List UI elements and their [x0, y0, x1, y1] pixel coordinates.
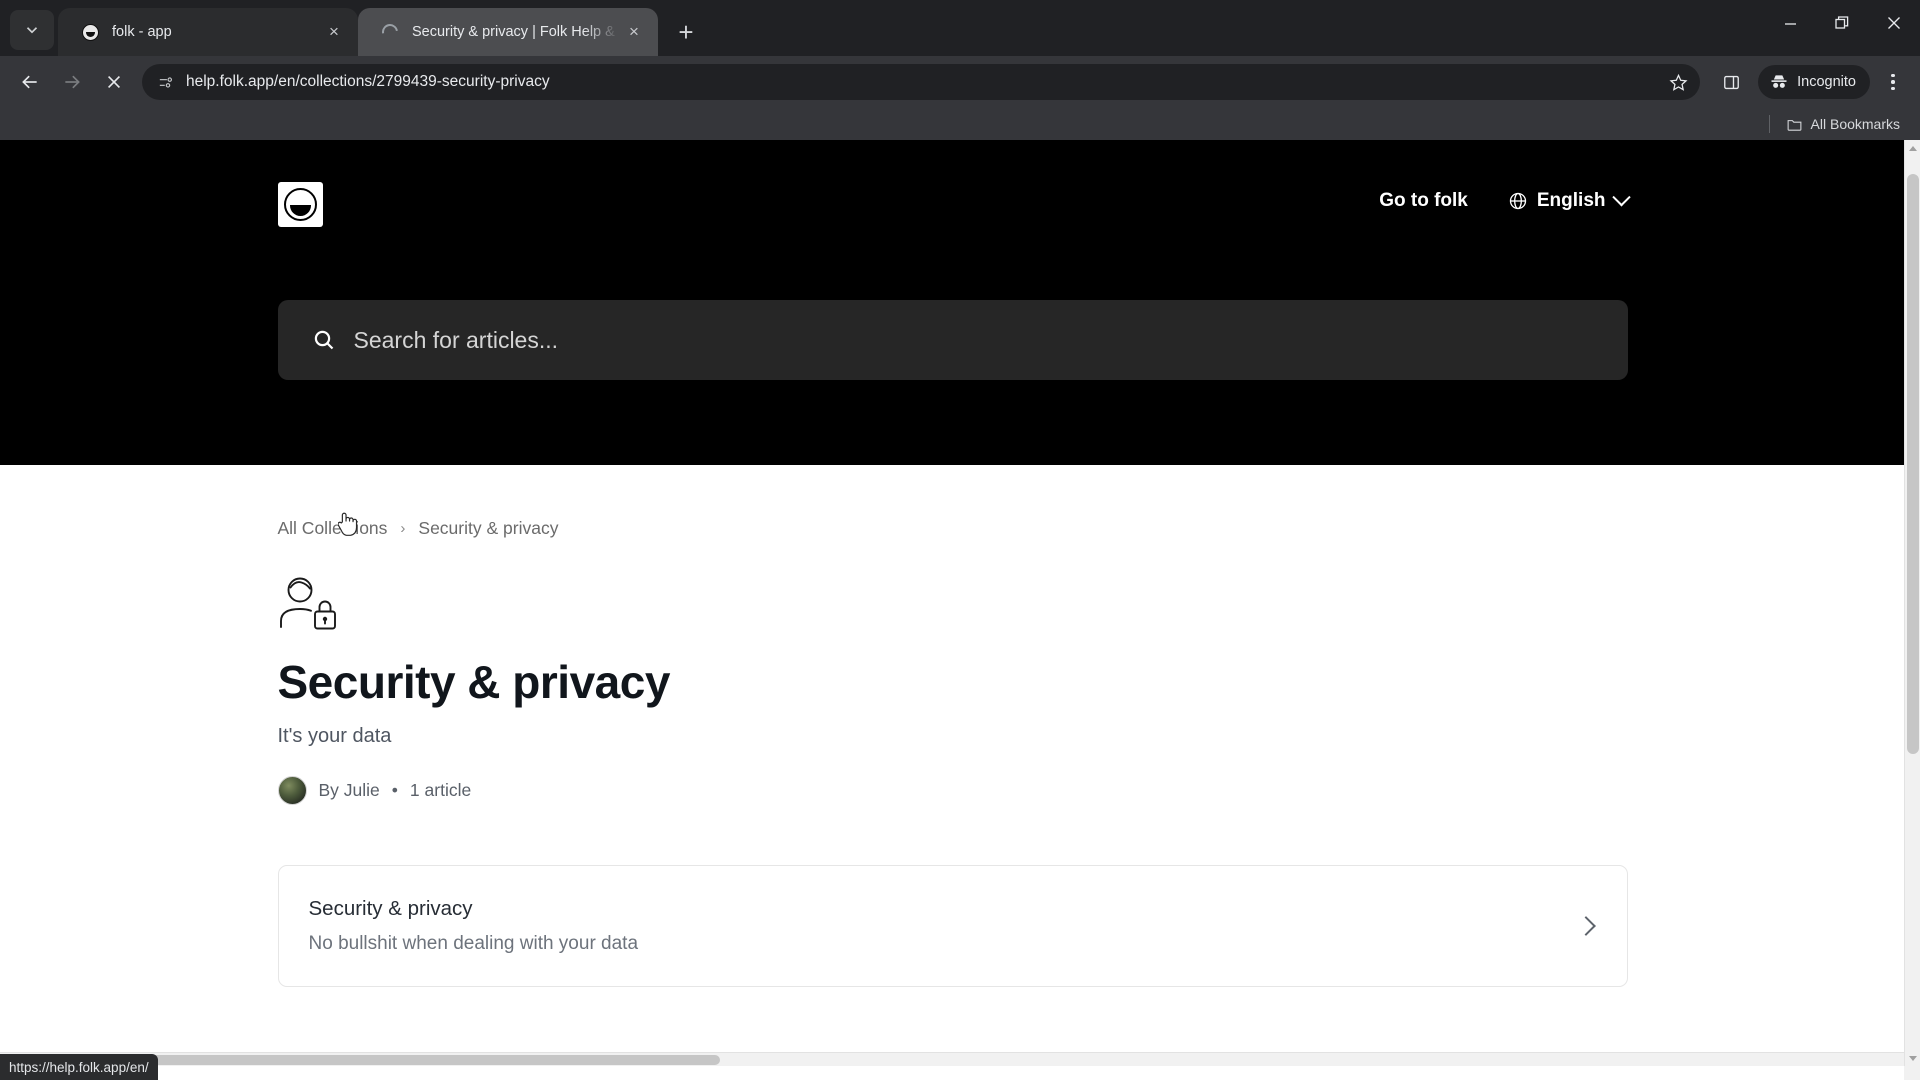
language-label: English — [1536, 190, 1606, 211]
breadcrumb: All Collections › Security & privacy — [278, 518, 1628, 539]
minimize-button[interactable] — [1764, 0, 1816, 46]
search-input[interactable]: Search for articles... — [277, 300, 1628, 380]
forward-arrow-icon — [65, 75, 80, 89]
page-viewport: Go to folk English Search for articles..… — [0, 140, 1920, 1080]
scrollbar-corner — [1904, 1066, 1920, 1080]
horizontal-scrollbar[interactable] — [0, 1052, 1905, 1066]
all-bookmarks-button[interactable]: All Bookmarks — [1780, 113, 1906, 136]
list-item[interactable]: Security & privacy No bullshit when deal… — [277, 865, 1628, 987]
go-to-folk-link[interactable]: Go to folk — [1379, 190, 1468, 212]
chevron-right-icon — [1575, 916, 1596, 936]
tab-title-1: folk - app — [112, 24, 172, 40]
browser-tab-2[interactable]: Security & privacy | Folk Help & × — [358, 8, 658, 56]
tab-title-2: Security & privacy | Folk Help & — [412, 24, 615, 40]
back-button[interactable] — [10, 62, 50, 102]
article-title: Security & privacy — [308, 897, 473, 920]
folk-logo-icon — [80, 22, 100, 42]
loading-spinner-icon — [378, 20, 402, 44]
scroll-down-button[interactable] — [1905, 1050, 1920, 1066]
globe-icon — [1509, 192, 1527, 210]
person-with-lock-icon — [278, 575, 340, 633]
search-placeholder: Search for articles... — [353, 326, 559, 353]
browser-window: folk - app × Security & privacy | Folk H… — [0, 0, 1920, 1080]
search-icon — [314, 330, 333, 350]
incognito-icon — [1771, 75, 1787, 88]
close-icon — [1888, 17, 1900, 29]
meta-separator: • — [391, 780, 398, 800]
minimize-icon — [1784, 22, 1796, 25]
close-window-button[interactable] — [1868, 0, 1920, 46]
tab-close-button-1[interactable]: × — [320, 18, 348, 46]
bookmarks-bar: All Bookmarks — [0, 108, 1920, 140]
address-bar[interactable]: help.folk.app/en/collections/2799439-sec… — [142, 64, 1701, 100]
folk-logo-icon[interactable] — [277, 182, 323, 227]
breadcrumb-current: Security & privacy — [418, 518, 559, 538]
browser-tab-1[interactable]: folk - app × — [58, 8, 358, 56]
page-info-icon[interactable] — [150, 68, 180, 96]
bookmark-button[interactable] — [1662, 66, 1694, 98]
back-arrow-icon — [22, 75, 37, 89]
horizontal-scrollbar-thumb[interactable] — [100, 1055, 720, 1065]
maximize-button[interactable] — [1816, 0, 1868, 46]
incognito-label: Incognito — [1797, 74, 1856, 90]
three-dots-menu-icon — [1891, 73, 1895, 78]
tab-close-button-2[interactable]: × — [620, 18, 648, 46]
stop-loading-icon — [107, 75, 121, 89]
browser-toolbar: help.folk.app/en/collections/2799439-sec… — [0, 56, 1920, 108]
all-bookmarks-label: All Bookmarks — [1810, 116, 1900, 132]
star-icon — [1669, 73, 1688, 91]
breadcrumb-separator: › — [400, 520, 406, 537]
side-panel-button[interactable] — [1712, 63, 1750, 101]
article-description: No bullshit when dealing with your data — [308, 933, 639, 954]
article-count: 1 article — [409, 780, 472, 800]
url-text[interactable]: help.folk.app/en/collections/2799439-sec… — [180, 73, 1662, 91]
browser-menu-button[interactable] — [1876, 63, 1910, 101]
stop-loading-button[interactable] — [94, 62, 134, 102]
header-nav: Go to folk English — [1379, 187, 1631, 212]
chevron-down-icon — [1611, 187, 1631, 206]
new-tab-button[interactable]: + — [668, 14, 704, 50]
vertical-scrollbar-thumb[interactable] — [1907, 174, 1919, 754]
help-center-page: Go to folk English Search for articles..… — [0, 140, 1905, 1066]
forward-button[interactable] — [52, 62, 92, 102]
side-panel-icon — [1723, 75, 1739, 89]
main-content: All Collections › Security & privacy Sec… — [277, 465, 1628, 987]
incognito-indicator[interactable]: Incognito — [1758, 65, 1870, 99]
status-bubble: https://help.folk.app/en/ — [0, 1054, 158, 1080]
tab-search-button[interactable] — [10, 10, 54, 50]
page-title: Security & privacy — [277, 656, 671, 708]
site-header: Go to folk English Search for articles..… — [0, 140, 1905, 465]
window-controls — [1764, 0, 1920, 46]
bookmarks-divider — [1768, 115, 1770, 133]
author-label: By Julie — [318, 780, 380, 800]
chevron-down-icon — [26, 27, 38, 34]
language-selector[interactable]: English — [1508, 187, 1631, 212]
scroll-up-button[interactable] — [1905, 140, 1920, 156]
breadcrumb-all-collections[interactable]: All Collections — [278, 518, 388, 539]
vertical-scrollbar[interactable] — [1904, 140, 1920, 1066]
avatar — [277, 776, 307, 805]
page-subtitle: It's your data — [277, 725, 392, 747]
maximize-icon — [1835, 16, 1849, 29]
folder-icon — [1787, 119, 1801, 131]
tab-strip: folk - app × Security & privacy | Folk H… — [0, 0, 1920, 56]
article-card-text: Security & privacy No bullshit when deal… — [309, 897, 639, 955]
collection-meta: By Julie • 1 article — [277, 776, 1628, 805]
